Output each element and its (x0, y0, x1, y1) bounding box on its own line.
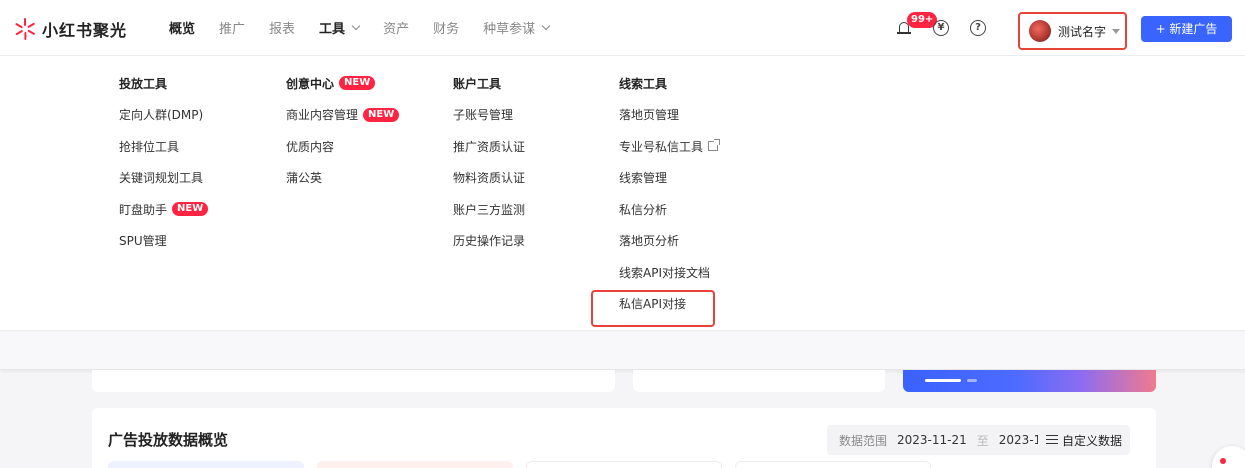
new-tag: NEW (363, 107, 400, 122)
list-settings-icon (1045, 435, 1058, 445)
menu-item-monitor-assistant[interactable]: 盯盘助手 NEW (119, 200, 209, 218)
content-card (92, 370, 615, 392)
user-menu[interactable]: 测试名字 (1018, 12, 1127, 50)
menu-column-title: 线索工具 (619, 76, 668, 91)
menu-item-spu[interactable]: SPU管理 (119, 232, 208, 250)
promo-banner[interactable] (903, 370, 1156, 392)
caret-down-icon (1112, 28, 1121, 34)
menu-item-pro-dm-tool[interactable]: 专业号私信工具 (619, 137, 721, 155)
menu-item-third-party-monitor[interactable]: 账户三方监测 (453, 200, 525, 218)
avatar (1029, 20, 1051, 42)
menu-item-history-log[interactable]: 历史操作记录 (453, 232, 525, 250)
nav-item-promotion[interactable]: 推广 (219, 18, 245, 37)
nav-item-tools[interactable]: 工具 (319, 18, 361, 37)
nav-item-finance[interactable]: 财务 (433, 18, 459, 37)
nav-item-seeding-advisor[interactable]: 种草参谋 (483, 18, 551, 37)
menu-column-delivery-tools: 投放工具 定向人群(DMP) 抢排位工具 关键词规划工具 盯盘助手 NEW SPU… (119, 74, 209, 250)
menu-item-keyword-planner[interactable]: 关键词规划工具 (119, 169, 208, 187)
user-name: 测试名字 (1058, 24, 1107, 39)
menu-column-account-tools: 账户工具 子账号管理 推广资质认证 物料资质认证 账户三方监测 历史操作记录 (453, 74, 525, 250)
menu-item-material-qualification[interactable]: 物料资质认证 (453, 169, 525, 187)
brand-logo-icon (14, 18, 36, 40)
menu-item-pugongying[interactable]: 蒲公英 (286, 169, 399, 187)
brand-logo[interactable]: 小红书聚光 (14, 17, 127, 41)
tools-dropdown-menu: 投放工具 定向人群(DMP) 抢排位工具 关键词规划工具 盯盘助手 NEW SPU… (0, 56, 1245, 331)
help-icon[interactable]: ? (970, 20, 986, 36)
menu-item-lead-manage[interactable]: 线索管理 (619, 169, 718, 187)
new-ad-button[interactable]: + 新建广告 (1141, 16, 1232, 42)
date-separator: 至 (976, 433, 989, 448)
menu-column-title: 投放工具 (119, 76, 168, 91)
custom-data-button[interactable]: 自定义数据 (1038, 425, 1130, 455)
metric-card[interactable] (317, 461, 513, 468)
yuan-icon[interactable]: ¥ (933, 20, 949, 36)
main-nav: 概览 推广 报表 工具 资产 财务 种草参谋 (169, 18, 573, 37)
menu-item-quality-content[interactable]: 优质内容 (286, 137, 399, 155)
metric-card[interactable] (735, 461, 931, 468)
menu-item-dmp[interactable]: 定向人群(DMP) (119, 106, 208, 124)
menu-item-rank-grab[interactable]: 抢排位工具 (119, 137, 208, 155)
floating-assistant-button[interactable] (1212, 446, 1245, 468)
brand-name: 小红书聚光 (42, 21, 128, 40)
menu-column-creative-center: 创意中心 NEW 商业内容管理 NEW 优质内容 蒲公英 (286, 74, 400, 187)
menu-bottom-strip (0, 332, 1245, 370)
external-link-icon (708, 139, 721, 151)
menu-column-title: 创意中心 NEW (286, 74, 399, 92)
new-tag: NEW (172, 202, 209, 216)
top-nav-bar: 小红书聚光 概览 推广 报表 工具 资产 财务 种草参谋 99+ ¥ ? 测试名… (0, 0, 1245, 56)
menu-column-title: 账户工具 (453, 76, 502, 91)
start-date[interactable]: 2023-11-21 (897, 433, 967, 447)
metric-card[interactable] (526, 461, 722, 468)
menu-column-lead-tools: 线索工具 落地页管理 专业号私信工具 线索管理 私信分析 落地页分析 线索API… (619, 74, 721, 313)
menu-item-landing-page-manage[interactable]: 落地页管理 (619, 106, 718, 124)
chevron-down-icon (351, 21, 361, 30)
nav-item-overview[interactable]: 概览 (169, 18, 195, 37)
overview-card: 广告投放数据概览 数据范围 2023-11-21 至 2023-11-21 自定… (92, 408, 1156, 468)
menu-item-promo-qualification[interactable]: 推广资质认证 (453, 137, 525, 155)
content-card (633, 370, 885, 392)
menu-item-dm-analysis[interactable]: 私信分析 (619, 200, 718, 218)
date-range-label: 数据范围 (839, 433, 888, 448)
nav-item-assets[interactable]: 资产 (383, 18, 409, 37)
menu-item-commercial-content[interactable]: 商业内容管理 NEW (286, 106, 400, 124)
highlight-box (591, 290, 715, 327)
menu-item-sub-accounts[interactable]: 子账号管理 (453, 106, 525, 124)
nav-item-reports[interactable]: 报表 (269, 18, 295, 37)
chevron-down-icon (541, 21, 551, 30)
metric-card[interactable] (108, 461, 304, 468)
menu-item-lead-api-docs[interactable]: 线索API对接文档 (619, 263, 718, 281)
overview-title: 广告投放数据概览 (108, 431, 229, 449)
menu-item-landing-page-analysis[interactable]: 落地页分析 (619, 232, 718, 250)
new-tag: NEW (339, 76, 376, 90)
